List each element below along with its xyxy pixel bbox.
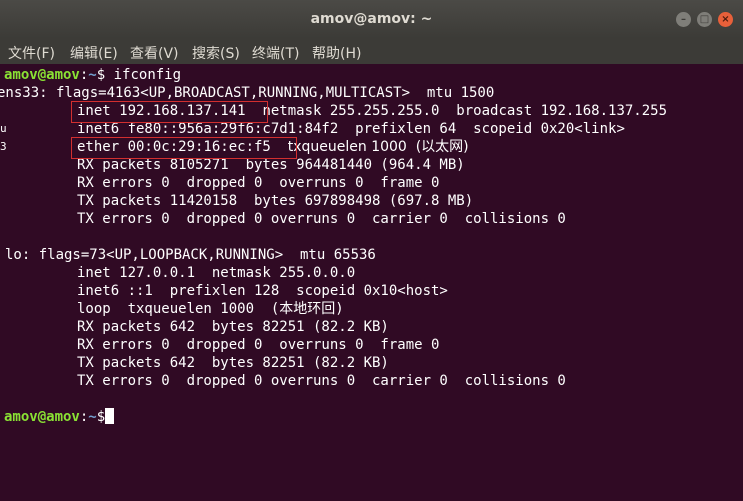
window-title: amov@amov: ~ xyxy=(310,11,433,27)
close-icon[interactable]: × xyxy=(718,12,733,27)
text-cursor xyxy=(105,408,115,424)
menu-edit[interactable]: 编辑(E) xyxy=(70,43,118,63)
minimize-icon[interactable]: – xyxy=(676,12,691,27)
lo-inet: inet 127.0.0.1 netmask 255.0.0.0 xyxy=(77,265,356,281)
inet-highlight-box xyxy=(71,101,268,123)
ens33-rx-errors: RX errors 0 dropped 0 overruns 0 frame 0 xyxy=(77,175,440,191)
ether-highlight-box xyxy=(71,137,297,159)
menu-file[interactable]: 文件(F) xyxy=(8,43,55,63)
lo-header: lo: flags=73<UP,LOOPBACK,RUNNING> mtu 65… xyxy=(5,247,376,263)
prompt-symbol: $ xyxy=(96,409,106,425)
menu-terminal[interactable]: 终端(T) xyxy=(252,43,299,63)
prompt-symbol: $ xyxy=(96,67,106,83)
lo-inet6: inet6 ::1 prefixlen 128 scopeid 0x10<hos… xyxy=(77,283,448,299)
lo-rx-errors: RX errors 0 dropped 0 overruns 0 frame 0 xyxy=(77,337,440,353)
title-bar: amov@amov: ~ – □ × xyxy=(0,0,743,38)
menu-search[interactable]: 搜索(S) xyxy=(192,43,240,63)
menu-view[interactable]: 查看(V) xyxy=(130,43,179,63)
prompt-user: amov@amov xyxy=(4,67,80,83)
lo-rx-packets: RX packets 642 bytes 82251 (82.2 KB) xyxy=(77,319,389,335)
ens33-header: ens33: flags=4163<UP,BROADCAST,RUNNING,M… xyxy=(0,85,495,101)
ens33-inet-rest: netmask 255.255.255.0 broadcast 192.168.… xyxy=(262,103,668,119)
prompt-user: amov@amov xyxy=(4,409,80,425)
menu-help[interactable]: 帮助(H) xyxy=(312,43,361,63)
ens33-tx-errors: TX errors 0 dropped 0 overruns 0 carrier… xyxy=(77,211,566,227)
final-prompt-line[interactable]: amov@amov:~$ xyxy=(4,408,115,426)
command-line: amov@amov:~$ ifconfig xyxy=(4,66,181,84)
lo-loop-text: loop txqueuelen 1000 (本地环回) xyxy=(77,301,344,317)
lo-tx-packets: TX packets 642 bytes 82251 (82.2 KB) xyxy=(77,355,389,371)
terminal-output[interactable]: u 3 amov@amov:~$ ifconfig ens33: flags=4… xyxy=(0,64,743,501)
maximize-icon[interactable]: □ xyxy=(697,12,712,27)
prompt-path: ~ xyxy=(88,409,97,425)
menu-bar: 文件(F) 编辑(E) 查看(V) 搜索(S) 终端(T) 帮助(H) xyxy=(0,38,743,64)
left-edge-mark: 3 xyxy=(0,140,7,153)
lo-tx-errors: TX errors 0 dropped 0 overruns 0 carrier… xyxy=(77,373,566,389)
prompt-path: ~ xyxy=(88,67,97,83)
lo-loop: loop txqueuelen 1000 (本地环回) xyxy=(77,300,344,318)
command-text: ifconfig xyxy=(105,67,182,83)
ens33-ether-rest: txqueuelen 1000 (以太网) xyxy=(287,139,469,155)
ens33-tx-packets: TX packets 11420158 bytes 697898498 (697… xyxy=(77,193,474,209)
left-edge-mark: u xyxy=(0,122,7,135)
